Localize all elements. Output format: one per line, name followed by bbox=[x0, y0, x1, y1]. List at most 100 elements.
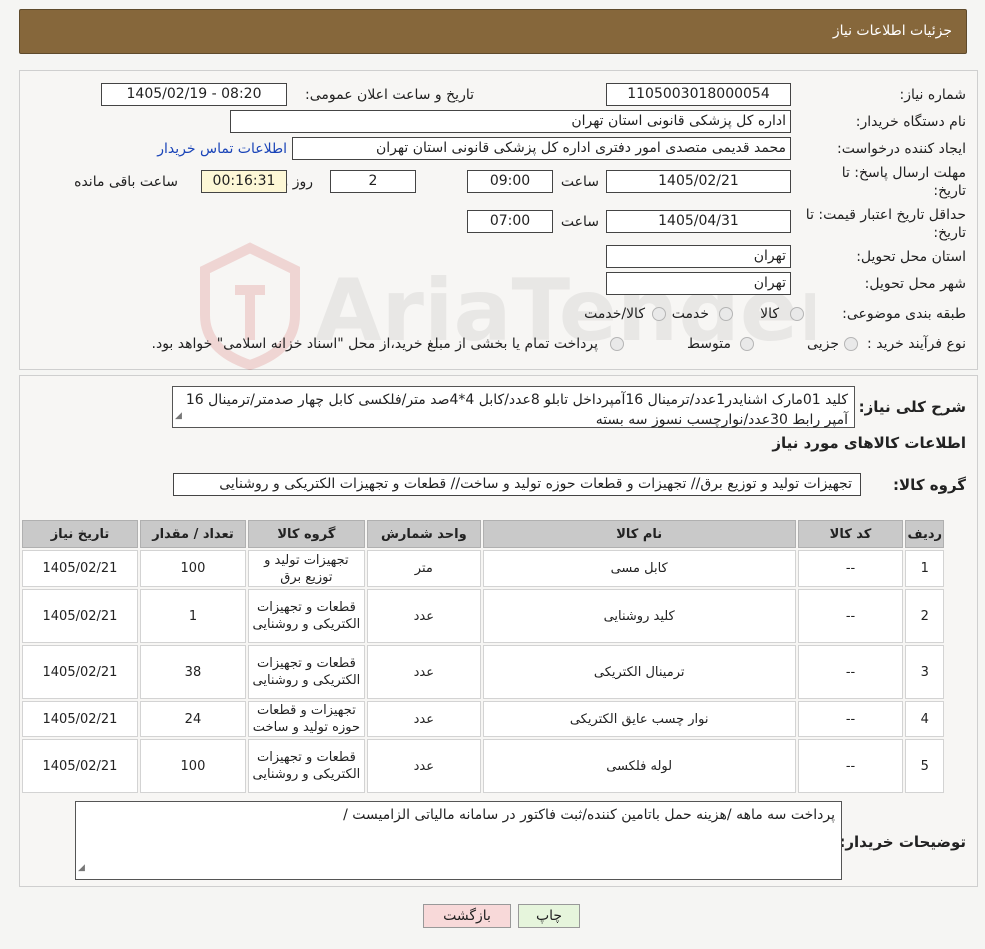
cell-quantity: 1 bbox=[139, 589, 246, 643]
cell-group: قطعات و تجهیزات الکتریکی و روشنایی bbox=[247, 739, 365, 793]
cell-group: قطعات و تجهیزات الکتریکی و روشنایی bbox=[247, 645, 365, 699]
table-header-row: ردیف کد کالا نام کالا واحد شمارش گروه کا… bbox=[22, 520, 944, 548]
column-header-group: گروه کالا bbox=[247, 520, 365, 548]
items-table: ردیف کد کالا نام کالا واحد شمارش گروه کا… bbox=[20, 518, 946, 795]
summary-text: کلید 01مارک اشنایدر1عدد/ترمینال 16آمپردا… bbox=[185, 392, 848, 428]
cell-code: -- bbox=[797, 701, 904, 737]
cell-unit: عدد bbox=[366, 589, 481, 643]
validity-time-field: 07:00 bbox=[467, 210, 553, 233]
category-radio-goods[interactable] bbox=[790, 307, 804, 321]
deadline-time-field: 09:00 bbox=[467, 170, 553, 193]
cell-group: تجهیزات و قطعات حوزه تولید و ساخت bbox=[247, 701, 365, 737]
deadline-label: مهلت ارسال پاسخ: تا bbox=[841, 165, 966, 181]
cell-row-number: 4 bbox=[905, 701, 944, 737]
cell-date: 1405/02/21 bbox=[22, 701, 138, 737]
goods-group-field: تجهیزات تولید و توزیع برق// تجهیزات و قط… bbox=[173, 473, 861, 496]
validity-date-field: 1405/04/31 bbox=[606, 210, 791, 233]
goods-section-title: اطلاعات کالاهای مورد نیاز bbox=[772, 434, 966, 452]
cell-date: 1405/02/21 bbox=[22, 645, 138, 699]
announce-date-field: 1405/02/19 - 08:20 bbox=[101, 83, 287, 106]
remaining-days-field: 2 bbox=[330, 170, 416, 193]
process-radio-medium[interactable] bbox=[740, 337, 754, 351]
cell-row-number: 5 bbox=[905, 739, 944, 793]
city-field: تهران bbox=[606, 272, 791, 295]
cell-name: لوله فلکسی bbox=[482, 739, 796, 793]
table-row: 4 -- نوار چسب عایق الکتریکی عدد تجهیزات … bbox=[22, 701, 944, 737]
page-title: جزئیات اطلاعات نیاز bbox=[832, 23, 952, 39]
cell-row-number: 2 bbox=[905, 589, 944, 643]
buyer-notes-text: پرداخت سه ماهه /هزینه حمل باتامین کننده/… bbox=[343, 807, 835, 823]
column-header-row-number: ردیف bbox=[905, 520, 944, 548]
table-row: 5 -- لوله فلکسی عدد قطعات و تجهیزات الکت… bbox=[22, 739, 944, 793]
cell-unit: عدد bbox=[366, 701, 481, 737]
back-button[interactable]: بازگشت bbox=[423, 904, 511, 928]
column-header-unit: واحد شمارش bbox=[366, 520, 481, 548]
buyer-contact-link[interactable]: اطلاعات تماس خریدار bbox=[157, 141, 287, 157]
cell-name: کلید روشنایی bbox=[482, 589, 796, 643]
cell-unit: عدد bbox=[366, 645, 481, 699]
category-option-service: خدمت bbox=[671, 306, 709, 322]
process-checkbox-treasury[interactable] bbox=[610, 337, 624, 351]
validity-label: حداقل تاریخ اعتبار قیمت: تا bbox=[805, 207, 966, 223]
category-radio-service[interactable] bbox=[719, 307, 733, 321]
print-button[interactable]: چاپ bbox=[518, 904, 580, 928]
cell-date: 1405/02/21 bbox=[22, 589, 138, 643]
summary-field: کلید 01مارک اشنایدر1عدد/ترمینال 16آمپردا… bbox=[172, 386, 855, 428]
cell-date: 1405/02/21 bbox=[22, 550, 138, 587]
process-type-label: نوع فرآیند خرید : bbox=[867, 336, 966, 352]
deadline-label-date: تاریخ: bbox=[933, 183, 966, 199]
cell-code: -- bbox=[797, 550, 904, 587]
cell-quantity: 100 bbox=[139, 550, 246, 587]
cell-row-number: 1 bbox=[905, 550, 944, 587]
province-label: استان محل تحویل: bbox=[856, 249, 966, 265]
resize-grip-icon[interactable]: ◢ bbox=[78, 858, 85, 878]
remaining-time-field: 00:16:31 bbox=[201, 170, 287, 193]
deadline-date-field: 1405/02/21 bbox=[606, 170, 791, 193]
cell-code: -- bbox=[797, 739, 904, 793]
column-header-code: کد کالا bbox=[797, 520, 904, 548]
table-row: 2 -- کلید روشنایی عدد قطعات و تجهیزات ال… bbox=[22, 589, 944, 643]
cell-code: -- bbox=[797, 645, 904, 699]
cell-date: 1405/02/21 bbox=[22, 739, 138, 793]
remaining-label: ساعت باقی مانده bbox=[74, 174, 178, 190]
creator-field: محمد قدیمی متصدی امور دفتری اداره کل پزش… bbox=[292, 137, 791, 160]
summary-label: شرح کلی نیاز: bbox=[858, 398, 966, 416]
announce-date-label: تاریخ و ساعت اعلان عمومی: bbox=[305, 87, 474, 103]
buyer-notes-field: پرداخت سه ماهه /هزینه حمل باتامین کننده/… bbox=[75, 801, 842, 880]
cell-name: ترمینال الکتریکی bbox=[482, 645, 796, 699]
buyer-notes-label: توضیحات خریدار: bbox=[839, 833, 966, 851]
validity-time-label: ساعت bbox=[560, 214, 599, 230]
category-radio-goods-service[interactable] bbox=[652, 307, 666, 321]
buyer-name-field: اداره کل پزشکی قانونی استان تهران bbox=[230, 110, 791, 133]
process-option-minor: جزیی bbox=[807, 336, 839, 352]
cell-group: قطعات و تجهیزات الکتریکی و روشنایی bbox=[247, 589, 365, 643]
category-label: طبقه بندی موضوعی: bbox=[842, 306, 966, 322]
resize-grip-icon[interactable]: ◢ bbox=[175, 406, 182, 426]
cell-row-number: 3 bbox=[905, 645, 944, 699]
cell-quantity: 24 bbox=[139, 701, 246, 737]
column-header-quantity: تعداد / مقدار bbox=[139, 520, 246, 548]
category-option-goods: کالا bbox=[760, 306, 779, 322]
cell-name: نوار چسب عایق الکتریکی bbox=[482, 701, 796, 737]
process-option-medium: متوسط bbox=[687, 336, 731, 352]
cell-quantity: 100 bbox=[139, 739, 246, 793]
creator-label: ایجاد کننده درخواست: bbox=[837, 141, 966, 157]
deadline-time-label: ساعت bbox=[560, 174, 599, 190]
category-option-goods-service: کالا/خدمت bbox=[584, 306, 645, 322]
province-field: تهران bbox=[606, 245, 791, 268]
cell-unit: عدد bbox=[366, 739, 481, 793]
cell-code: -- bbox=[797, 589, 904, 643]
need-number-field: 1105003018000054 bbox=[606, 83, 791, 106]
column-header-name: نام کالا bbox=[482, 520, 796, 548]
page-header: جزئیات اطلاعات نیاز bbox=[19, 9, 967, 54]
table-row: 3 -- ترمینال الکتریکی عدد قطعات و تجهیزا… bbox=[22, 645, 944, 699]
goods-group-label: گروه کالا: bbox=[893, 476, 966, 494]
cell-quantity: 38 bbox=[139, 645, 246, 699]
validity-label-date: تاریخ: bbox=[933, 225, 966, 241]
city-label: شهر محل تحویل: bbox=[864, 276, 966, 292]
process-radio-minor[interactable] bbox=[844, 337, 858, 351]
cell-group: تجهیزات تولید و توزیع برق bbox=[247, 550, 365, 587]
process-treasury-note: پرداخت تمام یا بخشی از مبلغ خرید،از محل … bbox=[151, 336, 598, 352]
buyer-name-label: نام دستگاه خریدار: bbox=[855, 114, 966, 130]
table-row: 1 -- کابل مسی متر تجهیزات تولید و توزیع … bbox=[22, 550, 944, 587]
